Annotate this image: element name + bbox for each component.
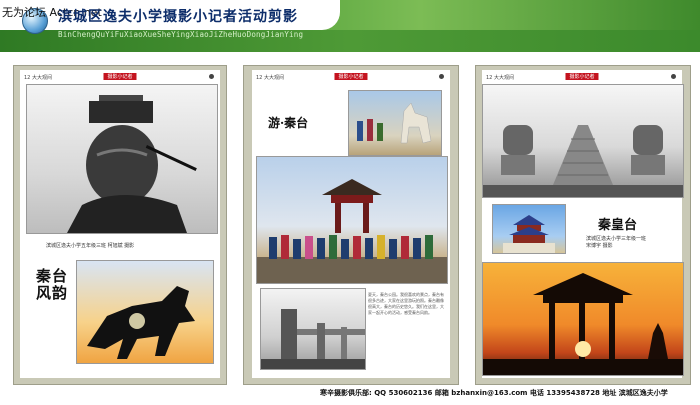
panel-header-left: 12 大大观间 — [256, 75, 284, 81]
panel-1: 12 大大观间 摄影小记者 滨城区逸夫小学五年级三班 柯旭斌 摄影 秦台 风韵 — [13, 65, 227, 385]
stone-rail-photo — [260, 288, 366, 370]
header-dot-icon — [671, 74, 676, 79]
panel-2-essay: 夏天，秦台公园。我很喜欢的景点，秦台有很多古迹，大家在这里游玩拍照。秦台雕像很高… — [368, 292, 444, 315]
panel-2: 12 大大观间 摄影小记者 游·秦台 夏天，秦台公园。我很喜欢的景点，秦台有很多… — [243, 65, 459, 385]
horse-graphic — [87, 286, 195, 359]
panel-header-tag: 摄影小记者 — [334, 73, 368, 80]
panel-1-vertical-title: 秦台 风韵 — [36, 267, 68, 302]
sunset-pavilion-graphic — [483, 273, 683, 375]
temple-graphic — [503, 215, 555, 253]
panel-2-title: 游·秦台 — [268, 116, 309, 130]
contact-footer: 寒辛摄影俱乐部: QQ 530602136 邮箱 bzhanxin@163.co… — [320, 389, 668, 397]
panel-3-caption: 滨城区逸夫小学三年级一班 宋博宇 摄影 — [586, 236, 647, 249]
panel-header-tag: 摄影小记者 — [565, 73, 599, 80]
banner: 无为论坛 Actcn.net 滨城区逸夫小学摄影小记者活动剪影 BinCheng… — [0, 0, 700, 52]
panel-1-caption: 滨城区逸夫小学五年级三班 柯旭斌 摄影 — [46, 243, 135, 249]
panel-header: 12 大大观间 摄影小记者 — [20, 73, 220, 82]
panel-header-left: 12 大大观间 — [24, 75, 52, 81]
panel-header-tag: 摄影小记者 — [103, 73, 137, 80]
panel-3: 12 大大观间 摄影小记者 秦皇台 滨城区逸夫小学三年级一班 宋博宇 摄影 — [475, 65, 691, 385]
panel-3-paper: 12 大大观间 摄影小记者 秦皇台 滨城区逸夫小学三年级一班 宋博宇 摄影 — [482, 70, 684, 378]
group-small-graphic — [357, 102, 432, 144]
page-subtitle: BinChengQuYiFuXiaoXueSheYingXiaoJiZheHuo… — [58, 30, 304, 39]
group-big-graphic — [257, 179, 447, 283]
panel-header: 12 大大观间 摄影小记者 — [482, 73, 682, 82]
stairs-photo — [482, 84, 684, 198]
stairs-graphic — [483, 125, 683, 197]
panel-3-title: 秦皇台 — [598, 218, 638, 233]
group-big-photo — [256, 156, 448, 284]
panel-header-left: 12 大大观间 — [486, 75, 514, 81]
statue-graphic — [67, 95, 197, 233]
page-title: 滨城区逸夫小学摄影小记者活动剪影 — [58, 9, 298, 25]
sunset-pavilion-photo — [482, 262, 684, 376]
statue-photo — [26, 84, 218, 234]
header-dot-icon — [439, 74, 444, 79]
header-dot-icon — [209, 74, 214, 79]
panel-header: 12 大大观间 摄影小记者 — [252, 73, 450, 82]
horse-silhouette-photo — [76, 260, 214, 364]
temple-photo — [492, 204, 566, 254]
stone-rail-graphic — [261, 309, 365, 369]
panel-1-paper: 12 大大观间 摄影小记者 滨城区逸夫小学五年级三班 柯旭斌 摄影 秦台 风韵 — [20, 70, 220, 378]
panel-2-paper: 12 大大观间 摄影小记者 游·秦台 夏天，秦台公园。我很喜欢的景点，秦台有很多… — [252, 70, 450, 378]
group-small-photo — [348, 90, 442, 156]
